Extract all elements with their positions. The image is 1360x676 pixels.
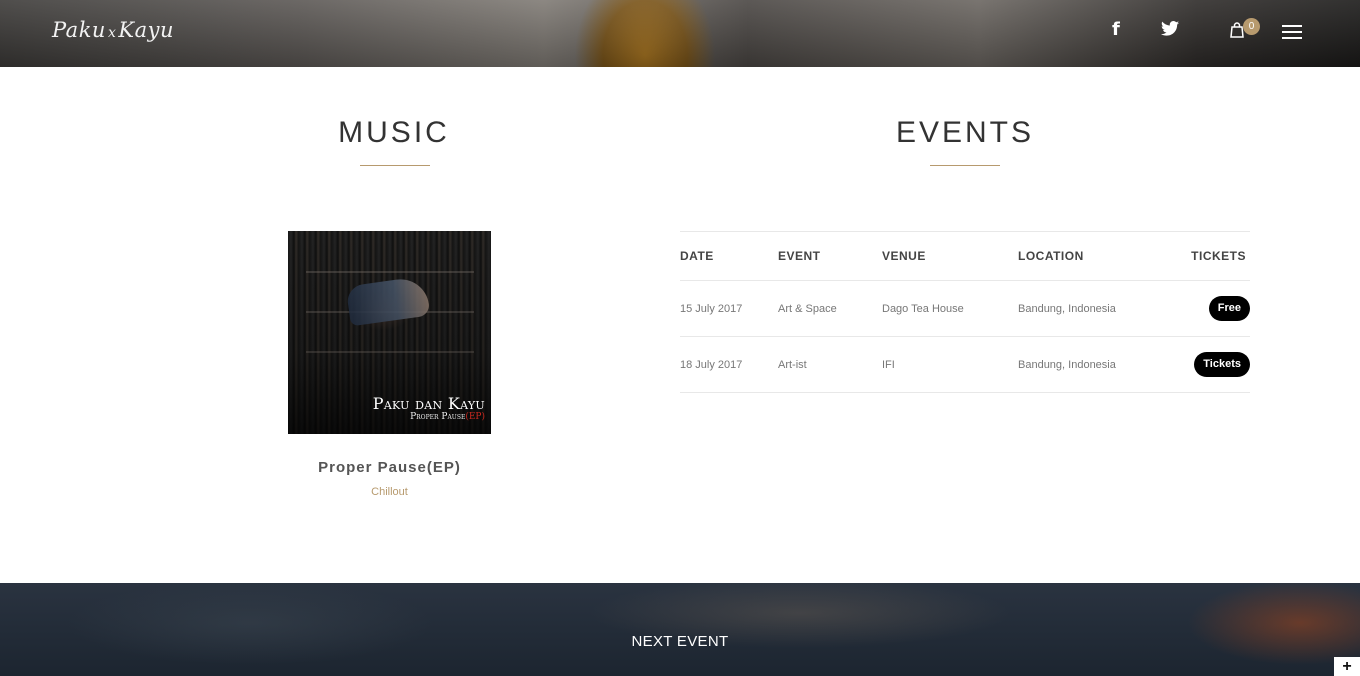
music-section-title: MUSIC: [338, 116, 450, 149]
event-tickets-cell: Free: [1208, 281, 1250, 336]
next-event-section: NEXT EVENT: [0, 583, 1360, 676]
next-event-heading: NEXT EVENT: [631, 633, 729, 650]
table-row: 15 July 2017 Art & Space Dago Tea House …: [680, 281, 1250, 337]
shopping-bag-icon[interactable]: [1230, 22, 1244, 42]
music-title-divider: [360, 165, 430, 166]
twitter-icon[interactable]: [1161, 20, 1179, 40]
events-section-title: EVENTS: [895, 116, 1035, 149]
events-table: DATE EVENT VENUE LOCATION TICKETS 15 Jul…: [680, 231, 1250, 393]
column-header-venue: VENUE: [882, 249, 926, 263]
event-name: Art & Space: [778, 302, 837, 315]
event-name: Art-ist: [778, 358, 807, 371]
column-header-location: LOCATION: [1018, 249, 1084, 263]
event-date: 18 July 2017: [680, 358, 743, 371]
column-header-event: EVENT: [778, 249, 821, 263]
site-header: [0, 0, 1360, 67]
column-header-date: DATE: [680, 249, 714, 263]
expand-plus-button[interactable]: +: [1334, 657, 1360, 676]
event-tickets-cell: Tickets: [1194, 337, 1250, 392]
free-ticket-button[interactable]: Free: [1208, 296, 1250, 321]
album-title[interactable]: Proper Pause(EP): [288, 459, 491, 476]
hamburger-menu-icon[interactable]: [1282, 25, 1302, 39]
event-location: Bandung, Indonesia: [1018, 358, 1116, 371]
site-logo[interactable]: Paku xKayu: [52, 18, 174, 42]
album-cover-image[interactable]: Paku dan Kayu Proper Pause(EP): [288, 231, 491, 434]
table-row: 18 July 2017 Art-ist IFI Bandung, Indone…: [680, 337, 1250, 393]
album-genre: Chillout: [371, 486, 408, 498]
logo-text-left: Paku: [52, 18, 106, 42]
logo-text-right: Kayu: [118, 18, 174, 42]
column-header-tickets: TICKETS: [1191, 249, 1246, 263]
events-table-header: DATE EVENT VENUE LOCATION TICKETS: [680, 232, 1250, 281]
event-venue: IFI: [882, 358, 895, 371]
buy-tickets-button[interactable]: Tickets: [1194, 352, 1250, 377]
facebook-icon[interactable]: f: [1112, 20, 1120, 40]
events-title-divider: [930, 165, 1000, 166]
event-date: 15 July 2017: [680, 302, 743, 315]
header-background: [0, 0, 1360, 67]
cover-title-text: Paku dan Kayu: [372, 394, 485, 413]
cover-subtitle-text: Proper Pause(EP): [410, 412, 485, 422]
logo-text-x: x: [107, 25, 117, 41]
event-location: Bandung, Indonesia: [1018, 302, 1116, 315]
cart-count-badge: 0: [1243, 18, 1260, 35]
event-venue: Dago Tea House: [882, 302, 964, 315]
